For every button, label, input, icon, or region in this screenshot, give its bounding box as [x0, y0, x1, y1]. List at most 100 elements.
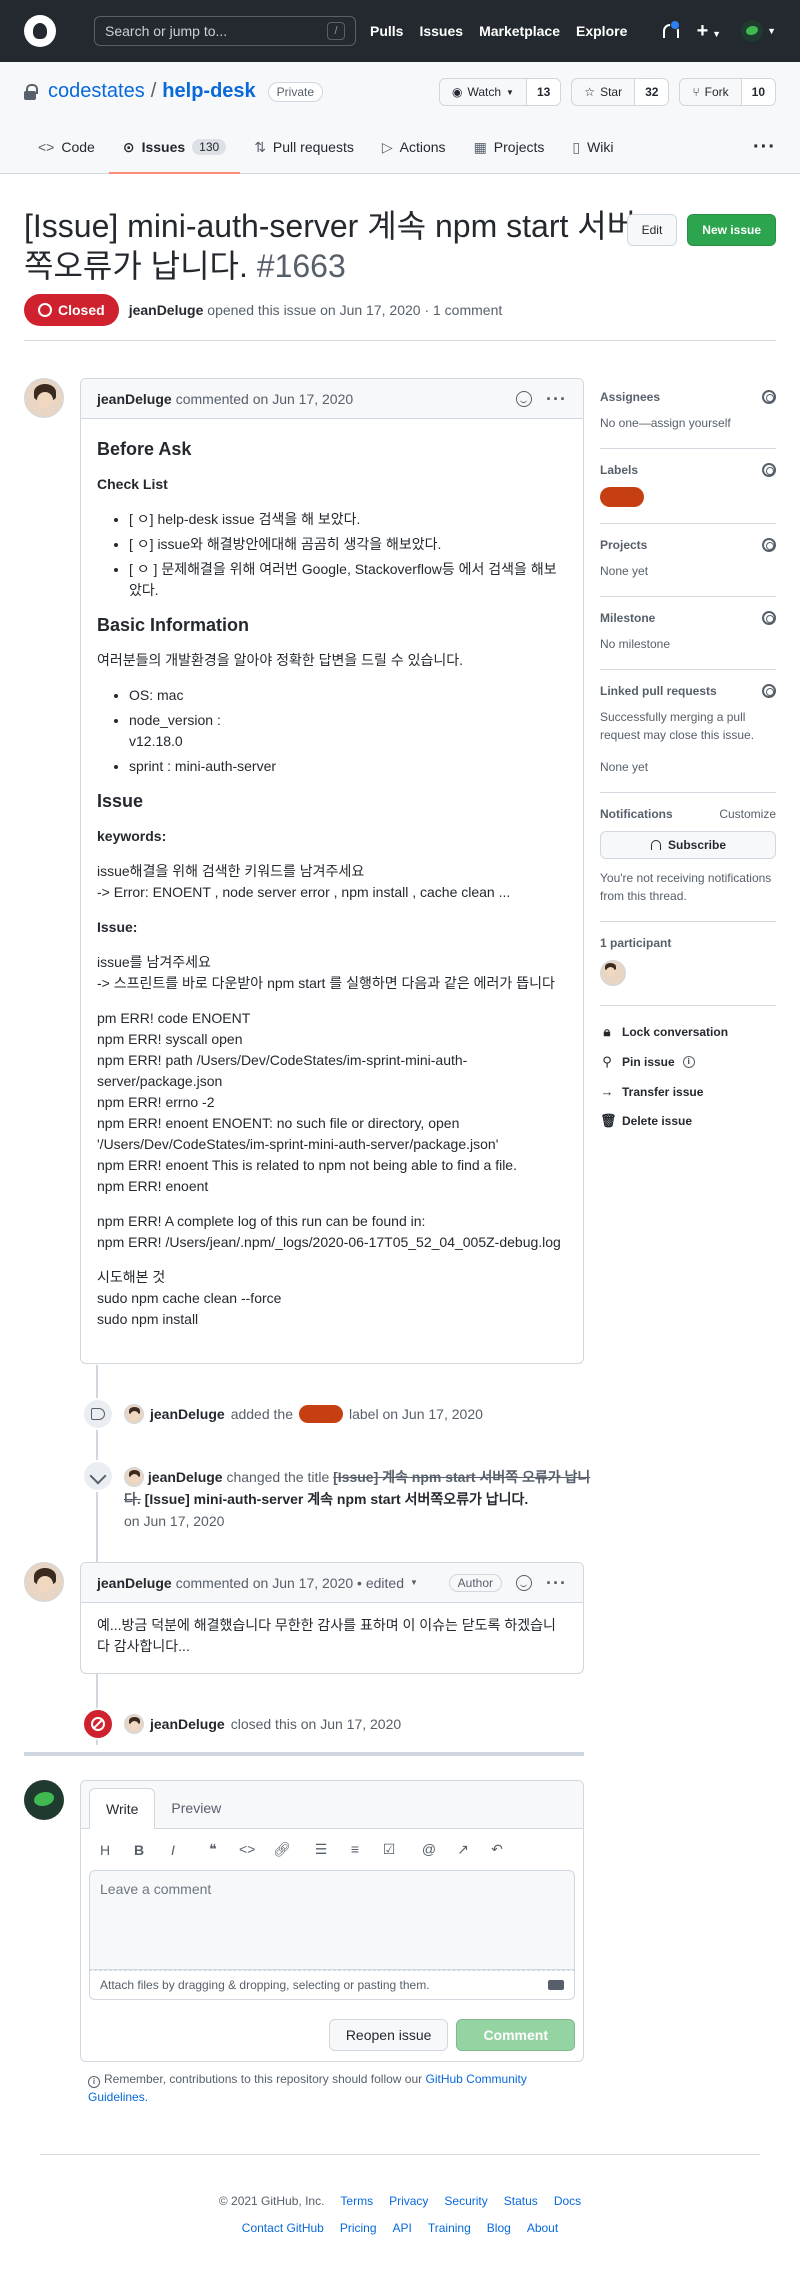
bold-icon[interactable]: B: [131, 1842, 147, 1858]
comment-author-link[interactable]: jeanDeluge: [97, 1575, 172, 1591]
mention-icon[interactable]: @: [421, 1841, 437, 1858]
fork-button[interactable]: ⑂ Fork 10: [679, 78, 776, 106]
gear-icon[interactable]: [762, 684, 776, 698]
new-issue-button[interactable]: New issue: [687, 214, 776, 246]
tab-actions[interactable]: ▷ Actions: [368, 121, 460, 173]
tab-code[interactable]: <> Code: [24, 121, 109, 173]
user-menu[interactable]: ▼: [741, 20, 776, 42]
tab-issues[interactable]: ⊙ Issues 130: [108, 121, 241, 174]
gear-icon[interactable]: [762, 390, 776, 404]
add-reaction-icon[interactable]: [516, 1574, 533, 1591]
issue-title: [Issue] mini-auth-server 계속 npm start 서버…: [24, 206, 644, 286]
cross-reference-icon[interactable]: ↗: [455, 1841, 471, 1858]
issue-label-pill[interactable]: Issue: [600, 487, 644, 507]
chevron-down-icon[interactable]: ▼: [410, 1578, 418, 1587]
repo-name-link[interactable]: help-desk: [162, 80, 255, 103]
ordered-list-icon[interactable]: ≡: [347, 1841, 363, 1858]
event-author-link[interactable]: jeanDeluge: [150, 1714, 225, 1734]
footer-link-blog[interactable]: Blog: [487, 2221, 511, 2235]
footer-link-api[interactable]: API: [393, 2221, 412, 2235]
footer-divider: [40, 2154, 760, 2155]
comment-author-link[interactable]: jeanDeluge: [97, 391, 172, 407]
reopen-issue-button[interactable]: Reopen issue: [328, 2019, 449, 2051]
footer-link-about[interactable]: About: [527, 2221, 558, 2235]
avatar[interactable]: [24, 1562, 64, 1602]
avatar[interactable]: [124, 1467, 144, 1487]
code-icon[interactable]: <>: [239, 1841, 255, 1858]
attach-files-bar[interactable]: Attach files by dragging & dropping, sel…: [89, 1970, 575, 2000]
avatar[interactable]: [124, 1714, 144, 1734]
star-button[interactable]: ☆ Star 32: [571, 78, 670, 106]
avatar[interactable]: [24, 378, 64, 418]
footer-link-contact[interactable]: Contact GitHub: [242, 2221, 324, 2235]
nav-pulls[interactable]: Pulls: [370, 23, 403, 39]
heading-icon[interactable]: H: [97, 1842, 113, 1858]
unordered-list-icon[interactable]: ☰: [313, 1841, 329, 1858]
comment-meta[interactable]: commented on Jun 17, 2020 • edited: [176, 1575, 404, 1591]
env-node-version: v12.18.0: [129, 733, 183, 749]
event-date[interactable]: on Jun 17, 2020: [124, 1513, 224, 1529]
event-author-link[interactable]: jeanDeluge: [150, 1404, 225, 1424]
participants-heading: 1 participant: [600, 936, 672, 950]
issue-author-link[interactable]: jeanDeluge: [129, 302, 204, 318]
comment-button[interactable]: Comment: [456, 2019, 575, 2051]
projects-heading: Projects: [600, 538, 648, 552]
tab-write[interactable]: Write: [89, 1788, 156, 1829]
issue-label-pill[interactable]: Issue: [299, 1405, 343, 1423]
nav-explore[interactable]: Explore: [576, 23, 627, 39]
comment-textarea[interactable]: Leave a comment: [89, 1870, 575, 1970]
comment-options-kebab-icon[interactable]: ···: [546, 1574, 567, 1592]
gear-icon[interactable]: [762, 538, 776, 552]
star-count[interactable]: 32: [634, 79, 669, 105]
avatar[interactable]: [600, 960, 626, 986]
task-list-icon[interactable]: ☑: [381, 1841, 397, 1858]
notifications-bell-icon[interactable]: [661, 20, 680, 40]
subscribe-button[interactable]: Subscribe: [600, 831, 776, 859]
footer-link-training[interactable]: Training: [428, 2221, 471, 2235]
nav-issues[interactable]: Issues: [419, 23, 463, 39]
assign-yourself-link[interactable]: No one—assign yourself: [600, 414, 776, 432]
markdown-icon[interactable]: [548, 1980, 564, 1990]
add-reaction-icon[interactable]: [516, 390, 533, 407]
create-new-menu[interactable]: + ▼: [697, 20, 722, 43]
event-author-link[interactable]: jeanDeluge: [148, 1469, 223, 1485]
github-logo-icon[interactable]: [24, 15, 56, 47]
footer-link-privacy[interactable]: Privacy: [389, 2194, 428, 2208]
footer-link-status[interactable]: Status: [504, 2194, 538, 2208]
footer-link-pricing[interactable]: Pricing: [340, 2221, 377, 2235]
link-icon[interactable]: 🔗︎: [273, 1841, 291, 1858]
fork-count[interactable]: 10: [740, 79, 775, 105]
search-input[interactable]: Search or jump to... /: [94, 16, 356, 46]
comment-meta[interactable]: commented on Jun 17, 2020: [176, 391, 353, 407]
delete-issue-link[interactable]: 🗑︎ Delete issue: [600, 1113, 776, 1129]
edit-title-button[interactable]: Edit: [626, 214, 678, 246]
transfer-issue-link[interactable]: → Transfer issue: [600, 1084, 776, 1099]
nav-marketplace[interactable]: Marketplace: [479, 23, 560, 39]
tab-pull-requests[interactable]: ⇅ Pull requests: [240, 121, 368, 173]
repo-owner-link[interactable]: codestates: [48, 80, 145, 103]
customize-link[interactable]: Customize: [719, 807, 776, 821]
watch-count[interactable]: 13: [525, 79, 561, 105]
footer-link-terms[interactable]: Terms: [340, 2194, 373, 2208]
tab-projects[interactable]: ▦ Projects: [460, 121, 559, 173]
lock-conversation-link[interactable]: 🔒︎ Lock conversation: [600, 1024, 776, 1040]
avatar[interactable]: [24, 1780, 64, 1820]
pin-issue-link[interactable]: ⚲ Pin issue i: [600, 1054, 776, 1070]
reply-icon[interactable]: ↶: [489, 1841, 505, 1858]
quote-icon[interactable]: ❝: [205, 1841, 221, 1858]
comment-options-kebab-icon[interactable]: ···: [546, 390, 567, 408]
italic-icon[interactable]: I: [165, 1842, 181, 1858]
gear-icon[interactable]: [762, 611, 776, 625]
error-log: pm ERR! code ENOENT npm ERR! syscall ope…: [97, 1008, 567, 1197]
gear-icon[interactable]: [762, 463, 776, 477]
star-button-label-wrap: ☆ Star: [572, 79, 634, 105]
list-item: [ ㅇ ] 문제해결을 위해 여러번 Google, Stackoverflow…: [129, 559, 567, 601]
footer-link-security[interactable]: Security: [444, 2194, 487, 2208]
notifications-description: You're not receiving notifications from …: [600, 871, 772, 903]
more-tabs-kebab-icon[interactable]: ···: [753, 121, 776, 173]
tab-wiki[interactable]: ▯ Wiki: [558, 121, 627, 173]
tab-preview[interactable]: Preview: [155, 1788, 237, 1828]
footer-link-docs[interactable]: Docs: [554, 2194, 581, 2208]
watch-button[interactable]: ◉ Watch ▼ 13: [438, 78, 562, 106]
avatar[interactable]: [124, 1404, 144, 1424]
